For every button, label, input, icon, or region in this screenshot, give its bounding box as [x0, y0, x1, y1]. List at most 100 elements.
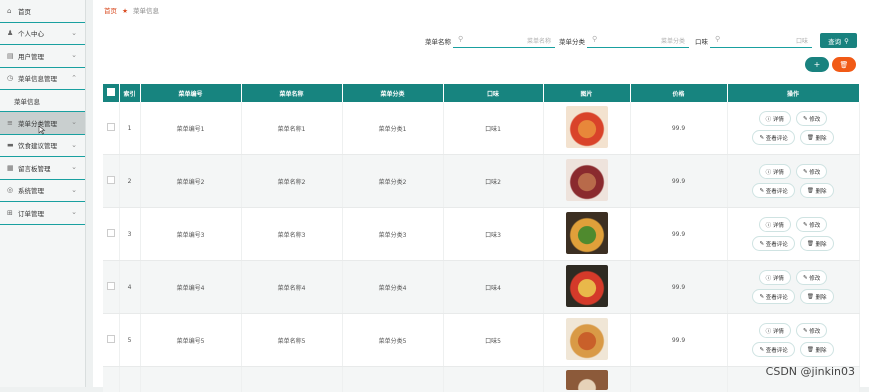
- cell-actions: ⓘ 详情 ✎ 修改 ✎ 查看评论 🗑 删除: [727, 261, 859, 314]
- cell-category: 菜单分类4: [342, 261, 443, 314]
- edit-button[interactable]: ✎ 修改: [796, 270, 827, 285]
- cell-image: [543, 314, 630, 367]
- chevron-down-icon: ⌄: [71, 118, 77, 126]
- row-checkbox[interactable]: [103, 102, 119, 155]
- view-reviews-button[interactable]: ✎ 查看评论: [752, 289, 794, 304]
- sidebar-item-diet-advice-management[interactable]: ▬ 饮食建议管理 ⌄: [0, 135, 85, 158]
- cell-name: 菜单名称5: [241, 314, 342, 367]
- sidebar-item-order-management[interactable]: ⊞ 订单管理 ⌄: [0, 202, 85, 225]
- row-checkbox[interactable]: [103, 261, 119, 314]
- cell-code: 菜单编号5: [140, 314, 241, 367]
- delete-button[interactable]: 🗑 删除: [800, 289, 834, 304]
- detail-button[interactable]: ⓘ 详情: [759, 164, 791, 179]
- search-name-input[interactable]: ⚲ 菜单名称: [453, 33, 555, 48]
- watermark: CSDN @jinkin03: [766, 365, 855, 378]
- search-category-label: 菜单分类: [559, 36, 585, 46]
- sidebar-item-label: 用户管理: [18, 51, 44, 61]
- add-button[interactable]: +: [805, 57, 829, 72]
- cell-actions: ⓘ 详情 ✎ 修改 ✎ 查看评论 🗑 删除: [727, 102, 859, 155]
- edit-label: 修改: [809, 327, 820, 335]
- sidebar-item-message-board-management[interactable]: ▦ 留言板管理 ⌄: [0, 157, 85, 180]
- edit-label: 修改: [809, 274, 820, 282]
- sidebar-item-user-management[interactable]: ▤ 用户管理 ⌄: [0, 45, 85, 68]
- cell-index: 4: [119, 261, 140, 314]
- sidebar-subitem-menu-info[interactable]: 菜单信息: [0, 90, 85, 112]
- food-image: [566, 318, 608, 360]
- query-button-label: 查询: [828, 36, 841, 46]
- search-taste-input[interactable]: ⚲ 口味: [710, 33, 812, 48]
- food-image: [566, 159, 608, 201]
- row-checkbox[interactable]: [103, 314, 119, 367]
- search-name-group: 菜单名称 ⚲ 菜单名称: [425, 33, 555, 48]
- view-reviews-button[interactable]: ✎ 查看评论: [752, 342, 794, 357]
- cell-name: 菜单名称1: [241, 102, 342, 155]
- breadcrumb-bar: 首页 ★ 菜单信息: [93, 0, 869, 21]
- sidebar-item-menu-info-management[interactable]: ◷ 菜单信息管理 ⌃: [0, 68, 85, 91]
- view-reviews-label: 查看评论: [766, 187, 788, 195]
- trash-icon: 🗑: [807, 294, 816, 300]
- cell-code: 菜单编号2: [140, 155, 241, 208]
- cell-index: 2: [119, 155, 140, 208]
- info-icon: ⓘ: [766, 221, 773, 229]
- mouse-cursor-icon: [38, 125, 46, 135]
- table-row: 4 菜单编号4 菜单名称4 菜单分类4 口味4 99.9 ⓘ 详情 ✎ 修改 ✎…: [103, 261, 859, 314]
- select-all-checkbox[interactable]: [103, 84, 119, 102]
- info-icon: ⓘ: [766, 168, 773, 176]
- cell-image: [543, 261, 630, 314]
- table-row: 5 菜单编号5 菜单名称5 菜单分类5 口味5 99.9 ⓘ 详情 ✎ 修改 ✎…: [103, 314, 859, 367]
- delete-button[interactable]: 🗑 删除: [800, 183, 834, 198]
- table-header-row: 索引 菜单编号 菜单名称 菜单分类 口味 图片 价格 操作: [103, 84, 859, 102]
- delete-button[interactable]: 🗑 删除: [800, 236, 834, 251]
- row-checkbox[interactable]: [103, 155, 119, 208]
- trash-icon: 🗑: [807, 135, 816, 141]
- edit-button[interactable]: ✎ 修改: [796, 323, 827, 338]
- view-reviews-label: 查看评论: [766, 346, 788, 354]
- edit-button[interactable]: ✎ 修改: [796, 217, 827, 232]
- cell-index: 5: [119, 314, 140, 367]
- sidebar-item-home[interactable]: ⌂ 首页: [0, 0, 85, 23]
- sidebar-item-label: 首页: [18, 6, 31, 16]
- detail-button[interactable]: ⓘ 详情: [759, 323, 791, 338]
- delete-label: 删除: [816, 346, 827, 354]
- chevron-down-icon: ⌄: [71, 141, 77, 149]
- view-reviews-label: 查看评论: [766, 134, 788, 142]
- detail-label: 详情: [773, 274, 784, 282]
- query-button[interactable]: 查询 ⚲: [820, 33, 857, 48]
- view-reviews-button[interactable]: ✎ 查看评论: [752, 236, 794, 251]
- delete-label: 删除: [816, 187, 827, 195]
- edit-button[interactable]: ✎ 修改: [796, 111, 827, 126]
- sidebar-item-personal-center[interactable]: ♟ 个人中心 ⌄: [0, 23, 85, 46]
- view-reviews-button[interactable]: ✎ 查看评论: [752, 130, 794, 145]
- view-reviews-button[interactable]: ✎ 查看评论: [752, 183, 794, 198]
- detail-button[interactable]: ⓘ 详情: [759, 111, 791, 126]
- row-checkbox[interactable]: [103, 208, 119, 261]
- breadcrumb-home[interactable]: 首页: [104, 7, 117, 15]
- edit-label: 修改: [809, 168, 820, 176]
- cell-taste: 口味1: [443, 102, 543, 155]
- search-category-group: 菜单分类 ⚲ 菜单分类: [559, 33, 689, 48]
- search-category-placeholder: 菜单分类: [661, 36, 685, 45]
- trash-icon: 🗑: [807, 241, 816, 247]
- table-row: 1 菜单编号1 菜单名称1 菜单分类1 口味1 99.9 ⓘ 详情 ✎ 修改 ✎…: [103, 102, 859, 155]
- edit-button[interactable]: ✎ 修改: [796, 164, 827, 179]
- sidebar-item-system-management[interactable]: ◎ 系统管理 ⌄: [0, 180, 85, 203]
- search-name-label: 菜单名称: [425, 36, 451, 46]
- sidebar-item-label: 留言板管理: [18, 163, 51, 173]
- sidebar: ⌂ 首页 ♟ 个人中心 ⌄ ▤ 用户管理 ⌄ ◷ 菜单信息管理 ⌃ 菜单信息 ≡…: [0, 0, 86, 387]
- cell-price: 99.9: [630, 102, 727, 155]
- detail-button[interactable]: ⓘ 详情: [759, 217, 791, 232]
- batch-delete-button[interactable]: 🗑: [832, 57, 856, 72]
- col-header-price: 价格: [630, 84, 727, 102]
- search-category-input[interactable]: ⚲ 菜单分类: [587, 33, 689, 48]
- delete-button[interactable]: 🗑 删除: [800, 130, 834, 145]
- edit-label: 修改: [809, 115, 820, 123]
- delete-button[interactable]: 🗑 删除: [800, 342, 834, 357]
- cell-name: 菜单名称4: [241, 261, 342, 314]
- detail-button[interactable]: ⓘ 详情: [759, 270, 791, 285]
- search-icon: ⚲: [844, 37, 849, 45]
- table-row: 3 菜单编号3 菜单名称3 菜单分类3 口味3 99.9 ⓘ 详情 ✎ 修改 ✎…: [103, 208, 859, 261]
- cell-taste: 口味3: [443, 208, 543, 261]
- view-reviews-label: 查看评论: [766, 293, 788, 301]
- search-taste-label: 口味: [695, 36, 708, 46]
- col-header-category: 菜单分类: [342, 84, 443, 102]
